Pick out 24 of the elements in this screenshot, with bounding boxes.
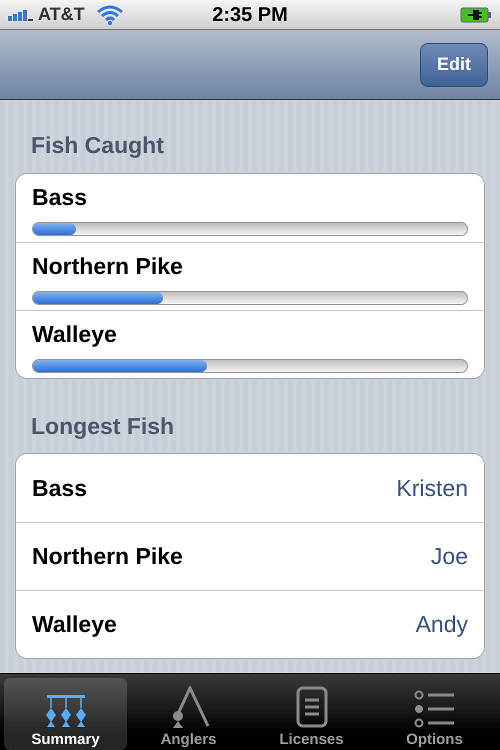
row-label: Northern Pike [32, 252, 184, 280]
section-header: Fish Caught [31, 131, 165, 160]
row-label: Walleye [32, 610, 117, 640]
row-label: Bass [32, 474, 87, 503]
tab[interactable]: Summary [4, 678, 127, 750]
scale-icon [44, 694, 86, 728]
tab[interactable]: Anglers [127, 678, 250, 750]
row-label: Walleye [32, 320, 118, 349]
row-value: Andy [416, 610, 468, 640]
row-value: Joe [430, 542, 468, 572]
row-label: Bass [32, 182, 88, 212]
row-label: Northern Pike [32, 542, 183, 572]
wifi-icon [96, 4, 123, 24]
section-header: Longest Fish [31, 412, 176, 441]
list-icon [414, 690, 456, 728]
signal-icon [8, 8, 34, 22]
row-value: Kristen [396, 474, 468, 503]
edit-button[interactable]: Edit [420, 42, 488, 86]
status-time: 2:35 PM [212, 2, 288, 28]
tab[interactable]: Licenses [250, 678, 373, 750]
document-icon [296, 686, 328, 728]
carrier-name: AT&T [38, 3, 85, 26]
tab[interactable]: Options [373, 678, 496, 750]
battery-icon [460, 6, 492, 22]
